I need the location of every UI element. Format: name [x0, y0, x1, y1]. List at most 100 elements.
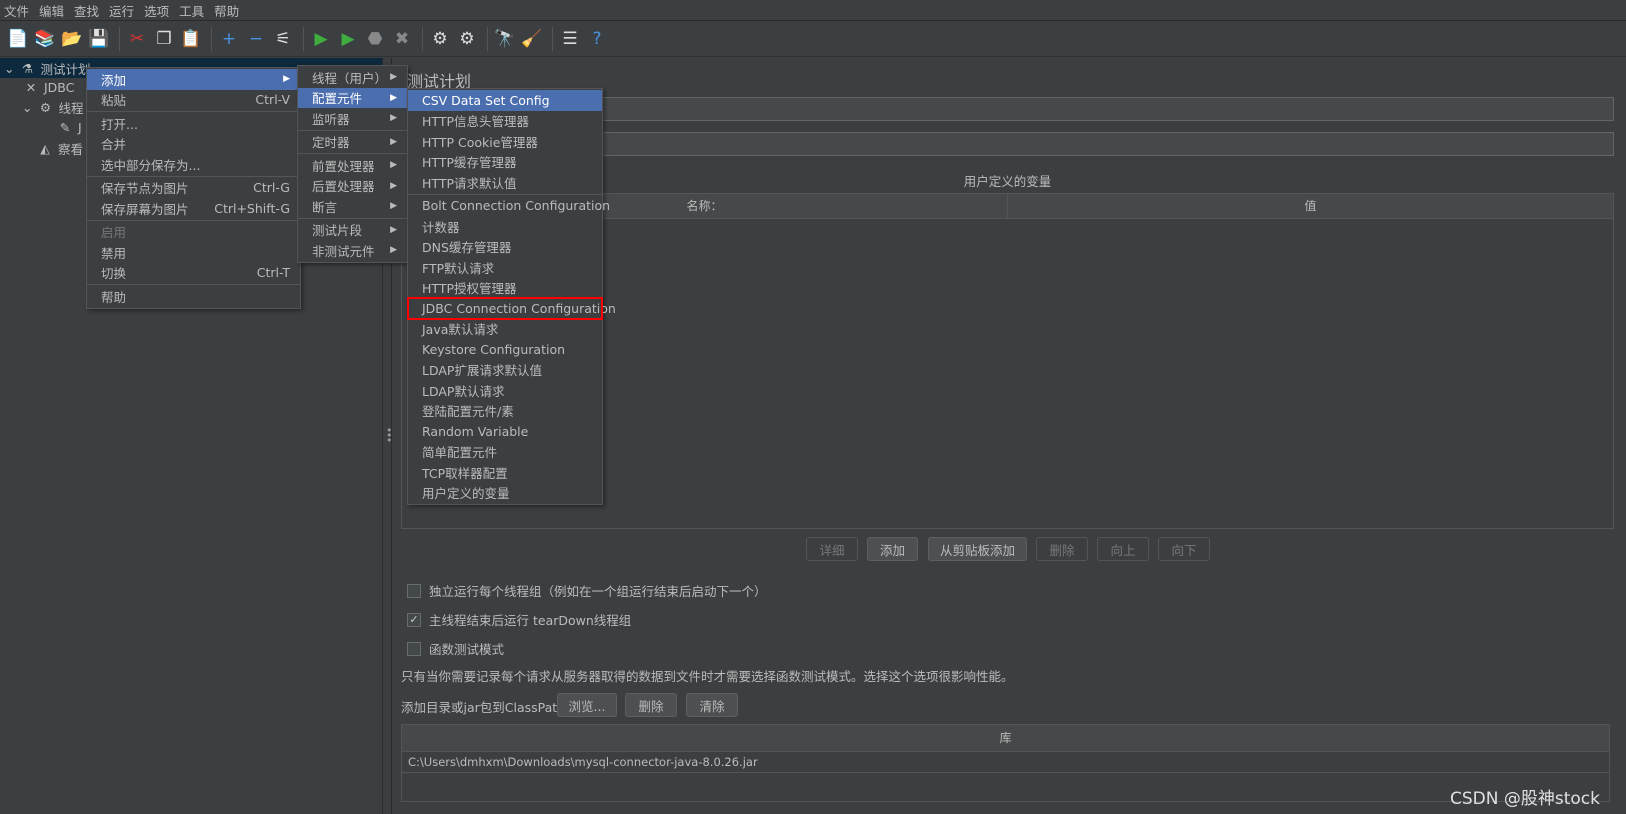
vars-button-5[interactable]: 向下: [1158, 537, 1210, 561]
menu-item-item[interactable]: 用户定义的变量: [408, 483, 602, 504]
menu-item-item[interactable]: 测试片段 ▶: [298, 220, 407, 241]
option-checkbox-2[interactable]: 函数测试模式: [407, 639, 504, 658]
menu-6[interactable]: 帮助: [214, 1, 239, 20]
menu-item-keystore-configuration[interactable]: Keystore Configuration: [408, 339, 602, 360]
menu-item-ftp[interactable]: FTP默认请求: [408, 257, 602, 278]
tree-node-3[interactable]: ✎ J: [56, 117, 82, 137]
expand-icon[interactable]: +: [217, 27, 241, 51]
menu-item-http-cookie[interactable]: HTTP Cookie管理器: [408, 131, 602, 152]
menu-item-item[interactable]: 选中部分保存为...: [87, 154, 300, 175]
library-row[interactable]: C:\Users\dmhxm\Downloads\mysql-connector…: [402, 752, 1609, 773]
start-no-pause-icon[interactable]: ▶: [336, 27, 360, 51]
menu-item-item[interactable]: 监听器 ▶: [298, 108, 407, 129]
menu-item-csv-data-set-config[interactable]: CSV Data Set Config: [408, 90, 602, 111]
toggle-icon[interactable]: ⚟: [271, 27, 295, 51]
menu-2[interactable]: 查找: [74, 1, 99, 20]
templates-icon[interactable]: 📚: [33, 27, 57, 51]
search-icon[interactable]: 🔭: [493, 27, 517, 51]
option-checkbox-0[interactable]: 独立运行每个线程组（例如在一个组运行结束后启动下一个）: [407, 581, 767, 600]
column-header-value[interactable]: 值: [1008, 194, 1613, 218]
menu-item-item[interactable]: 线程（用户） ▶: [298, 67, 407, 88]
menu-item-tcp[interactable]: TCP取样器配置: [408, 462, 602, 483]
clear-all-icon[interactable]: ⚙: [455, 27, 479, 51]
start-icon[interactable]: ▶: [309, 27, 333, 51]
menu-item-item[interactable]: 保存屏幕为图片 Ctrl+Shift-G: [87, 198, 300, 219]
menu-item-item[interactable]: 帮助: [87, 286, 300, 307]
menu-item-label: Bolt Connection Configuration: [422, 198, 611, 214]
menu-item-item[interactable]: 添加 ▶: [87, 69, 300, 90]
function-helper-icon[interactable]: ☰: [558, 27, 582, 51]
checkbox-unchecked[interactable]: [407, 641, 421, 656]
help-icon[interactable]: ?: [585, 27, 609, 51]
cut-icon[interactable]: ✂: [125, 27, 149, 51]
menu-item-java[interactable]: Java默认请求: [408, 319, 602, 340]
menu-item-bolt-connection-configuration[interactable]: Bolt Connection Configuration: [408, 196, 610, 217]
menu-item-item[interactable]: 粘贴 Ctrl-V: [87, 90, 300, 111]
library-table[interactable]: 库 C:\Users\dmhxm\Downloads\mysql-connect…: [401, 724, 1610, 802]
menu-item-item[interactable]: 定时器 ▶: [298, 132, 407, 153]
option-checkbox-1[interactable]: ✓ 主线程结束后运行 tearDown线程组: [407, 610, 631, 629]
library-column-header[interactable]: 库: [402, 725, 1609, 752]
menu-item-label: 用户定义的变量: [422, 486, 510, 502]
menu-item-item[interactable]: 配置元件 ▶: [298, 87, 407, 108]
menu-item-http[interactable]: HTTP授权管理器: [408, 278, 602, 299]
menu-item-ldap[interactable]: LDAP默认请求: [408, 380, 602, 401]
menu-item-item[interactable]: 前置处理器 ▶: [298, 155, 407, 176]
vars-button-2[interactable]: 从剪贴板添加: [928, 537, 1027, 561]
paste-icon[interactable]: 📋: [179, 27, 203, 51]
vars-button-0[interactable]: 详细: [806, 537, 858, 561]
stop-icon[interactable]: ⬣: [363, 27, 387, 51]
listener-icon: ◭: [40, 140, 50, 156]
menu-item-label: 线程（用户）: [312, 70, 388, 86]
menu-item-item[interactable]: 计数器: [408, 216, 602, 237]
vars-button-3[interactable]: 删除: [1036, 537, 1088, 561]
menu-item-item[interactable]: 保存节点为图片 Ctrl-G: [87, 178, 300, 199]
save-icon[interactable]: 💾: [87, 27, 111, 51]
expand-arrow-icon[interactable]: ⌄: [4, 61, 14, 76]
menu-item-item[interactable]: 登陆配置元件/素: [408, 401, 602, 422]
reset-search-icon[interactable]: 🧹: [520, 27, 544, 51]
menu-item-dns[interactable]: DNS缓存管理器: [408, 237, 602, 258]
vars-button-1[interactable]: 添加: [867, 537, 918, 561]
expand-arrow-icon[interactable]: ⌄: [22, 100, 32, 115]
menu-item-ldap[interactable]: LDAP扩展请求默认值: [408, 360, 602, 381]
menu-item-item[interactable]: 打开...: [87, 113, 300, 134]
menu-item-item[interactable]: 简单配置元件: [408, 442, 602, 463]
copy-icon[interactable]: ❐: [152, 27, 176, 51]
tree-node-0[interactable]: ⌄ ⚗ 测试计划: [4, 58, 91, 78]
new-icon[interactable]: 📄: [6, 27, 30, 51]
menu-5[interactable]: 工具: [179, 1, 204, 20]
clear-icon[interactable]: ⚙: [428, 27, 452, 51]
menu-item-label: LDAP扩展请求默认值: [422, 363, 542, 379]
checkbox-unchecked[interactable]: [407, 583, 421, 598]
menu-item-item[interactable]: 合并: [87, 134, 300, 155]
classpath-button-0[interactable]: 浏览...: [557, 693, 617, 717]
menu-item-http[interactable]: HTTP请求默认值: [408, 172, 602, 193]
classpath-button-2[interactable]: 清除: [686, 693, 738, 717]
menu-3[interactable]: 运行: [109, 1, 134, 20]
shutdown-icon[interactable]: ✖: [390, 27, 414, 51]
menu-item-item[interactable]: 禁用: [87, 242, 300, 263]
classpath-button-1[interactable]: 删除: [625, 693, 677, 717]
menu-item-http[interactable]: HTTP缓存管理器: [408, 152, 602, 173]
menu-item-http[interactable]: HTTP信息头管理器: [408, 111, 602, 132]
menu-1[interactable]: 编辑: [39, 1, 64, 20]
menu-item-item[interactable]: 切换 Ctrl-T: [87, 263, 300, 284]
menu-item-item[interactable]: 后置处理器 ▶: [298, 176, 407, 197]
tree-node-2[interactable]: ⌄ ⚙ 线程: [22, 97, 84, 117]
menu-item-item[interactable]: 断言 ▶: [298, 196, 407, 217]
open-icon[interactable]: 📂: [60, 27, 84, 51]
menu-item-jdbc-connection-configuration[interactable]: JDBC Connection Configuration: [407, 297, 616, 320]
menu-item-random-variable[interactable]: Random Variable: [408, 421, 602, 442]
collapse-icon[interactable]: −: [244, 27, 268, 51]
menu-4[interactable]: 选项: [144, 1, 169, 20]
vars-button-4[interactable]: 向上: [1097, 537, 1149, 561]
menu-separator: [408, 193, 602, 195]
tree-node-1[interactable]: ✕ JDBC: [22, 77, 75, 97]
menu-separator: [87, 175, 300, 177]
tree-node-4[interactable]: ◭ 察看: [36, 138, 83, 158]
menu-item-item[interactable]: 非测试元件 ▶: [298, 240, 407, 261]
menu-separator: [298, 129, 407, 131]
checkbox-checked[interactable]: ✓: [407, 612, 421, 627]
menu-0[interactable]: 文件: [4, 1, 29, 20]
